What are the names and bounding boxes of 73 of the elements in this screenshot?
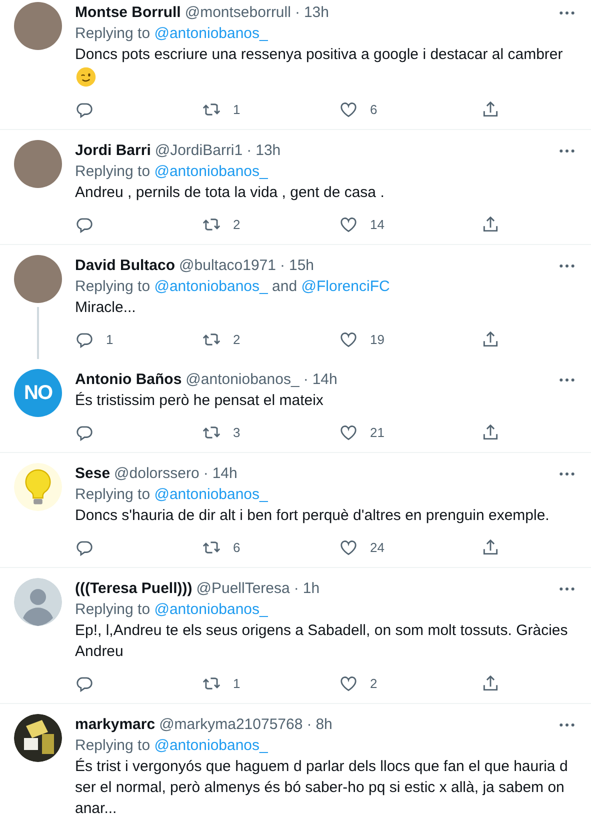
avatar-drawing[interactable] (14, 714, 62, 762)
tweet-time[interactable]: 13h (304, 4, 329, 21)
retweet-count: 6 (233, 540, 240, 554)
heart-icon[interactable] (339, 100, 358, 118)
share-icon[interactable] (481, 538, 500, 556)
tweet-time[interactable]: 1h (302, 580, 320, 597)
replying-to-line: Replying to @antoniobanos_ (75, 736, 269, 756)
retweet-count: 1 (233, 676, 240, 690)
tweet-text: Doncs s'hauria de dir alt i ben fort perquè d'altres en prenguin exemple. (75, 506, 550, 526)
share-icon[interactable] (481, 100, 500, 118)
tweet-text: Miracle... (75, 298, 137, 318)
retweet-count: 3 (233, 424, 240, 440)
tweet-text: És trist i vergonyós que haguem d parlar dels llocs que fan el que hauria d ser el normal, però almenys és bó saber-ho pq si estic x allà, ja sabem on anar... (75, 757, 569, 819)
user-handle[interactable]: @montseborrull (184, 4, 291, 21)
avatar-logo[interactable]: NO (14, 369, 62, 417)
user-handle[interactable]: @JordiBarri1 (154, 142, 243, 159)
tweet-time[interactable]: 15h (289, 257, 314, 274)
user-name[interactable]: markymarc (75, 716, 156, 733)
tweet-time[interactable]: 14h (312, 371, 338, 388)
logo-text: NO (24, 382, 52, 404)
tweet-text: Doncs pots escriure una ressenya positiva a google i destacar al cambrer (75, 45, 564, 65)
tweet-text: Ep!, l,Andreu te els seus origens a Sabadell, on som molt tossuts. Gràcies Andreu (75, 621, 569, 662)
like-count: 14 (370, 216, 384, 232)
avatar-silhouette-icon[interactable] (14, 578, 62, 626)
like-count: 19 (370, 332, 384, 346)
like-count: 6 (370, 102, 378, 116)
separator-dot: · (280, 257, 285, 274)
share-icon[interactable] (481, 214, 500, 234)
separator-dot: · (246, 142, 252, 159)
share-icon[interactable] (481, 422, 500, 442)
like-count: 2 (370, 676, 378, 690)
like-count: 21 (370, 424, 384, 440)
replying-to-line: Replying to @antoniobanos_ (75, 600, 269, 620)
separator-dot: · (294, 580, 299, 597)
user-name[interactable]: Jordi Barri (75, 142, 151, 159)
avatar-photo[interactable] (14, 2, 62, 50)
heart-icon[interactable] (339, 422, 358, 442)
separator-dot: · (306, 716, 312, 733)
heart-icon[interactable] (339, 214, 358, 234)
heart-icon[interactable] (339, 330, 358, 348)
retweet-count: 2 (233, 216, 240, 232)
tweet-time[interactable]: 8h (316, 716, 332, 733)
separator-dot: · (294, 4, 300, 21)
user-name[interactable]: Antonio Baños (75, 371, 182, 388)
user-handle[interactable]: @markyma21075768 (159, 716, 303, 733)
user-handle[interactable]: @antoniobanos_ (186, 371, 300, 388)
replying-to-line: Replying to @antoniobanos_ (75, 162, 269, 182)
share-icon[interactable] (481, 674, 500, 692)
avatar-photo[interactable] (14, 255, 62, 303)
reply-count: 1 (106, 332, 114, 346)
replying-to-line: Replying to @antoniobanos_ and @FlorenciFC (75, 277, 391, 297)
like-count: 24 (370, 540, 384, 554)
heart-icon[interactable] (339, 538, 358, 556)
tweet-text: Andreu , pernils de tota la vida , gent de casa . (75, 183, 386, 203)
avatar-photo[interactable] (14, 140, 62, 188)
retweet-count: 2 (233, 332, 240, 346)
retweet-count: 1 (233, 102, 240, 116)
tweet-time[interactable]: 14h (212, 465, 238, 482)
user-name[interactable]: David Bultaco (75, 257, 176, 274)
user-handle[interactable]: @bultaco1971 (179, 257, 276, 274)
replying-to-line: Replying to @antoniobanos_ (75, 24, 269, 44)
replying-to-line: Replying to @antoniobanos_ (75, 485, 269, 505)
heart-icon[interactable] (339, 674, 358, 692)
separator-dot: · (203, 465, 208, 482)
user-name[interactable]: Sese (75, 465, 110, 482)
share-icon[interactable] (481, 330, 500, 348)
tweet-time[interactable]: 13h (256, 142, 281, 159)
user-handle[interactable]: @PuellTeresa (196, 580, 290, 597)
tweet-text: És tristissim però he pensat el mateix (75, 391, 324, 411)
user-name[interactable]: (((Teresa Puell))) (75, 580, 192, 597)
user-name[interactable]: Montse Borrull (75, 4, 181, 21)
user-handle[interactable]: @dolorssero (114, 465, 200, 482)
separator-dot: · (303, 371, 308, 388)
